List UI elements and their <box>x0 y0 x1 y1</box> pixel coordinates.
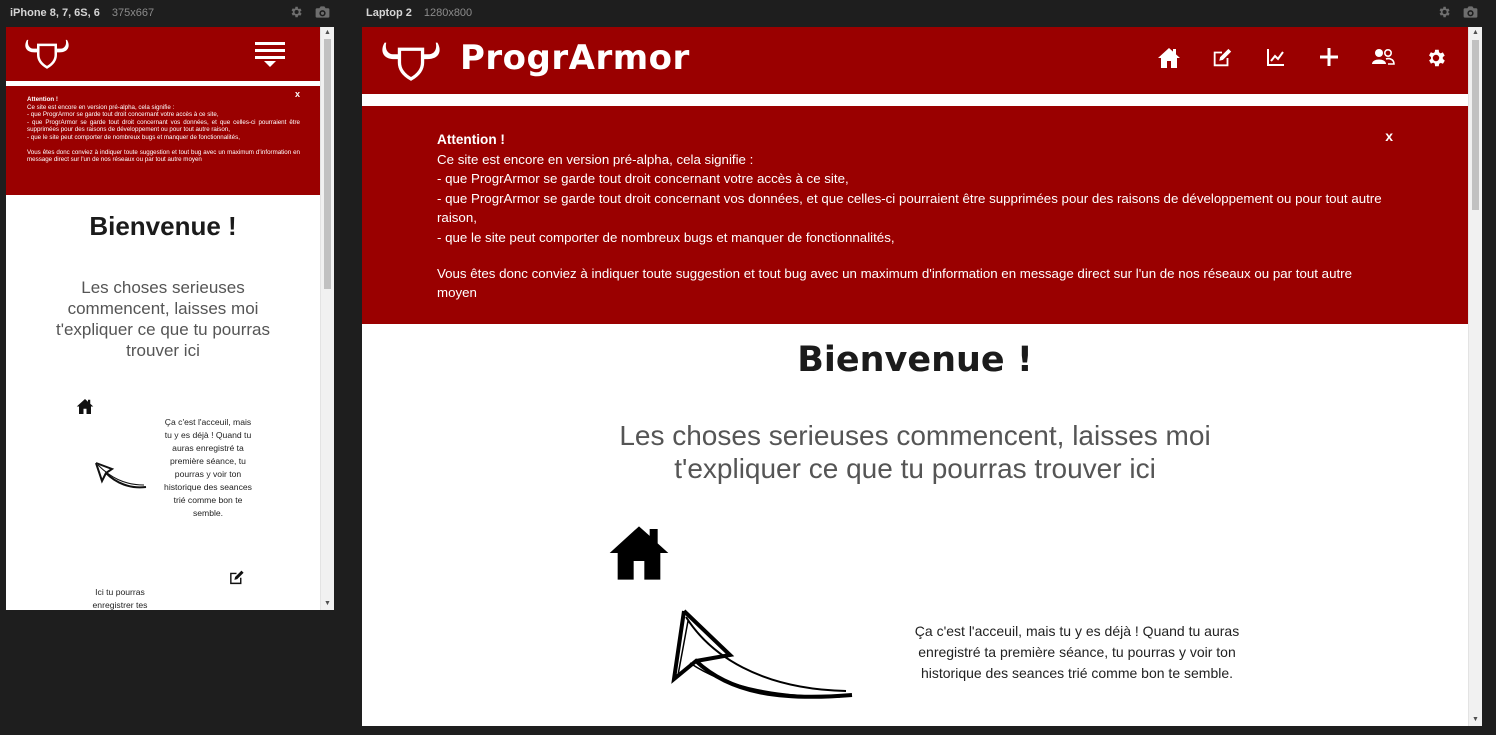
nav-separator <box>362 94 1468 106</box>
arrow-sketch-icon <box>92 459 148 496</box>
users-icon[interactable] <box>1356 47 1410 69</box>
hamburger-menu-icon[interactable] <box>254 40 286 73</box>
alert-item: - que ProgrArmor se garde tout droit con… <box>437 171 849 187</box>
gear-icon[interactable] <box>1410 47 1464 69</box>
laptop-scrollbar[interactable]: ▲ ▼ <box>1468 27 1482 726</box>
home-icon <box>607 523 671 588</box>
laptop-device-bar: Laptop 2 1280x800 <box>366 0 1478 26</box>
welcome-subtitle: Les choses serieuses commencent, laisses… <box>619 420 1211 484</box>
camera-icon[interactable] <box>314 4 330 20</box>
shield-horns-logo-icon[interactable] <box>378 39 444 86</box>
alert-intro: Ce site est encore en version pré-alpha,… <box>27 103 175 111</box>
alert-title: Attention ! <box>27 96 58 103</box>
camera-icon[interactable] <box>1462 4 1478 20</box>
alert-item: - que le site peut comporter de nombreux… <box>437 229 895 245</box>
edit-icon[interactable] <box>1196 47 1250 69</box>
phone-device-bar: iPhone 8, 7, 6S, 6 375x667 <box>10 0 330 26</box>
welcome-title: Bienvenue ! <box>89 211 237 241</box>
home-icon <box>76 398 94 420</box>
arrow-sketch-icon <box>670 605 856 710</box>
alert-item: - que ProgrArmor se garde tout droit con… <box>27 118 300 134</box>
alert-banner: x Attention ! Ce site est encore en vers… <box>6 86 320 195</box>
laptop-viewport: ProgrArmor x Attention ! Ce site est enc… <box>362 27 1482 726</box>
edit-icon <box>228 569 245 590</box>
phone-device-size: 375x667 <box>111 7 155 19</box>
alert-title: Attention ! <box>437 132 505 147</box>
plus-icon[interactable] <box>1303 47 1357 69</box>
home-description: Ça c'est l'acceuil, mais tu y es déjà ! … <box>914 623 1240 681</box>
alert-close-button[interactable]: x <box>295 90 300 99</box>
phone-device-name: iPhone 8, 7, 6S, 6 <box>10 7 100 19</box>
welcome-title: Bienvenue ! <box>797 340 1033 380</box>
alert-item: - que ProgrArmor se garde tout droit con… <box>437 190 1382 226</box>
arrow-sketch-icon <box>222 605 234 610</box>
laptop-device-size: 1280x800 <box>423 7 473 19</box>
alert-banner: x Attention ! Ce site est encore en vers… <box>362 106 1468 324</box>
home-icon[interactable] <box>1142 47 1196 69</box>
alert-item: - que ProgrArmor se garde tout droit con… <box>27 111 219 119</box>
edit-description: Ici tu pourras enregistrer tes <box>92 587 148 610</box>
nav-icons <box>1142 47 1463 69</box>
chart-line-icon[interactable] <box>1249 47 1303 69</box>
phone-scrollbar[interactable]: ▲ ▼ <box>320 27 334 610</box>
shield-horns-logo-icon[interactable] <box>22 37 72 74</box>
gear-icon[interactable] <box>1436 4 1452 20</box>
brand-name[interactable]: ProgrArmor <box>460 38 690 78</box>
navbar <box>6 27 320 81</box>
phone-viewport: x Attention ! Ce site est encore en vers… <box>6 27 334 610</box>
gear-icon[interactable] <box>288 4 304 20</box>
home-description: Ça c'est l'acceuil, mais tu y es déjà ! … <box>164 417 252 518</box>
alert-footer: Vous êtes donc conviez à indiquer toute … <box>27 148 300 164</box>
alert-footer: Vous êtes donc conviez à indiquer toute … <box>437 265 1352 301</box>
alert-intro: Ce site est encore en version pré-alpha,… <box>437 151 754 167</box>
navbar: ProgrArmor <box>362 27 1468 94</box>
laptop-device-name: Laptop 2 <box>366 7 412 19</box>
alert-close-button[interactable]: x <box>1385 127 1393 147</box>
alert-item: - que le site peut comporter de nombreux… <box>27 133 240 141</box>
welcome-subtitle: Les choses serieuses commencent, laisses… <box>56 278 270 360</box>
